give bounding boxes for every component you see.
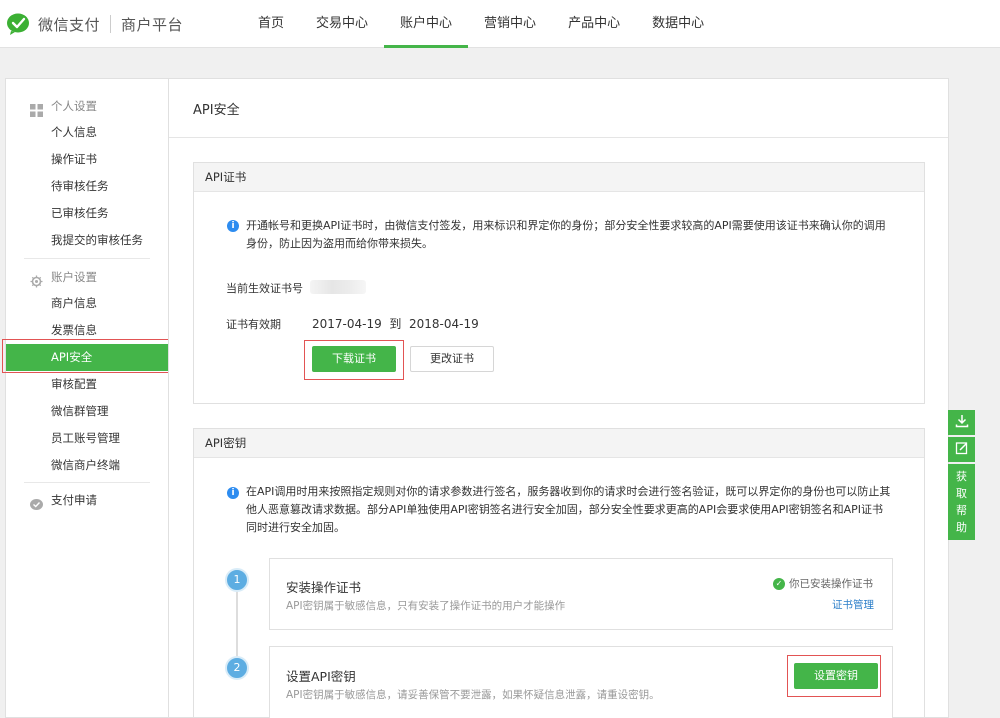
nav-products[interactable]: 产品中心 (552, 0, 636, 48)
api-key-panel-header: API密钥 (194, 429, 924, 458)
grid-icon (30, 100, 43, 117)
api-key-info-line3: 同时进行安全加固。 (246, 521, 345, 534)
step-1-card: 安装操作证书 API密钥属于敏感信息，只有安装了操作证书的用户才能操作 ✓ 你已… (269, 558, 893, 630)
sidebar-item-wechat-group[interactable]: 微信群管理 (6, 398, 169, 425)
sidebar-item-reviewed-tasks[interactable]: 已审核任务 (6, 200, 169, 227)
sidebar: 个人设置 个人信息 操作证书 待审核任务 已审核任务 我提交的审核任务 账户设置… (5, 78, 169, 718)
cert-serial-value-blurred (310, 280, 366, 294)
get-help-button[interactable]: 获 取 帮 助 (948, 464, 975, 540)
download-tool-button[interactable] (948, 410, 975, 435)
check-icon: ✓ (773, 577, 785, 590)
sidebar-group-title-account: 账户设置 (6, 264, 169, 290)
brand-subtitle: 商户平台 (121, 15, 184, 34)
download-cert-highlight-box (304, 340, 404, 380)
nav-transactions[interactable]: 交易中心 (300, 0, 384, 48)
sidebar-item-pending-tasks[interactable]: 待审核任务 (6, 173, 169, 200)
api-key-info-line1: 在API调用时用来按照指定规则对你的请求参数进行签名，服务器收到你的请求时会进行… (246, 485, 891, 498)
floating-toolbar: 获 取 帮 助 (948, 410, 975, 540)
sidebar-item-merchant-info[interactable]: 商户信息 (6, 290, 169, 317)
title-divider (169, 137, 948, 138)
sidebar-item-my-submitted-tasks[interactable]: 我提交的审核任务 (6, 227, 169, 254)
api-key-panel: API密钥 i 在API调用时用来按照指定规则对你的请求参数进行签名，服务器收到… (193, 428, 925, 718)
brand-logo[interactable]: 微信支付 商户平台 (6, 10, 183, 38)
api-cert-info-line2: 身份，防止因为盗用而给你带来损失。 (246, 237, 433, 250)
sidebar-item-operation-cert[interactable]: 操作证书 (6, 146, 169, 173)
sidebar-item-personal-info[interactable]: 个人信息 (6, 119, 169, 146)
nav-account[interactable]: 账户中心 (384, 0, 469, 48)
sidebar-group-apply: 支付申请 (6, 487, 169, 513)
nav-marketing[interactable]: 营销中心 (468, 0, 552, 48)
cert-validity-label: 证书有效期 (226, 318, 281, 331)
step-1-dot: 1 (225, 568, 249, 592)
step-1-title: 安装操作证书 (286, 580, 362, 595)
sidebar-item-staff-accounts[interactable]: 员工账号管理 (6, 425, 169, 452)
sidebar-group-title-personal: 个人设置 (6, 93, 169, 119)
cert-management-link[interactable]: 证书管理 (832, 597, 874, 612)
cert-validity-value: 2017-04-19 到 2018-04-19 (312, 317, 479, 331)
info-icon: i (227, 220, 239, 232)
sidebar-divider (24, 482, 150, 483)
change-cert-button[interactable]: 更改证书 (410, 346, 494, 372)
step-1-status: ✓ 你已安装操作证书 (773, 576, 873, 591)
brand-separator (110, 15, 112, 33)
main-content: API安全 API证书 i 开通帐号和更换API证书时，由微信支付签发，用来标识… (168, 78, 949, 718)
wechat-pay-logo-icon (6, 12, 32, 36)
brand-name: 微信支付 (38, 15, 101, 34)
sidebar-divider (24, 258, 150, 259)
sidebar-highlight-box (2, 339, 176, 373)
page-title: API安全 (193, 103, 240, 118)
step-2-desc: API密钥属于敏感信息，请妥善保管不要泄露，如果怀疑信息泄露，请重设密钥。 (286, 689, 660, 701)
api-cert-panel-header: API证书 (194, 163, 924, 192)
info-icon: i (227, 487, 239, 499)
sidebar-group-personal: 个人设置 个人信息 操作证书 待审核任务 已审核任务 我提交的审核任务 (6, 93, 169, 254)
gear-icon (30, 271, 43, 287)
api-key-info-line2: 他人恶意篡改请求数据。部分API单独使用API密钥签名进行安全加固，部分安全性要… (246, 503, 884, 516)
pay-apply-icon (30, 494, 43, 510)
step-1-desc: API密钥属于敏感信息，只有安装了操作证书的用户才能操作 (286, 600, 566, 612)
nav-data[interactable]: 数据中心 (636, 0, 720, 48)
sidebar-item-merchant-terminal[interactable]: 微信商户终端 (6, 452, 169, 479)
top-navbar: 微信支付 商户平台 首页 交易中心 账户中心 营销中心 产品中心 数据中心 (0, 0, 1000, 48)
main-nav: 首页 交易中心 账户中心 营销中心 产品中心 数据中心 (242, 0, 720, 48)
api-cert-info-line1: 开通帐号和更换API证书时，由微信支付签发，用来标识和界定你的身份；部分安全性要… (246, 219, 886, 232)
api-cert-panel: API证书 i 开通帐号和更换API证书时，由微信支付签发，用来标识和界定你的身… (193, 162, 925, 404)
nav-home[interactable]: 首页 (242, 0, 300, 48)
sidebar-item-review-config[interactable]: 审核配置 (6, 371, 169, 398)
cert-serial-label: 当前生效证书号 (226, 282, 303, 295)
download-icon (955, 413, 969, 432)
set-key-highlight-box (787, 655, 881, 697)
sidebar-item-pay-apply[interactable]: 支付申请 (6, 487, 169, 513)
step-2-dot: 2 (225, 656, 249, 680)
edit-icon (955, 440, 969, 459)
feedback-tool-button[interactable] (948, 437, 975, 462)
step-2-card: 设置API密钥 API密钥属于敏感信息，请妥善保管不要泄露，如果怀疑信息泄露，请… (269, 646, 893, 718)
step-2-title: 设置API密钥 (286, 669, 356, 684)
